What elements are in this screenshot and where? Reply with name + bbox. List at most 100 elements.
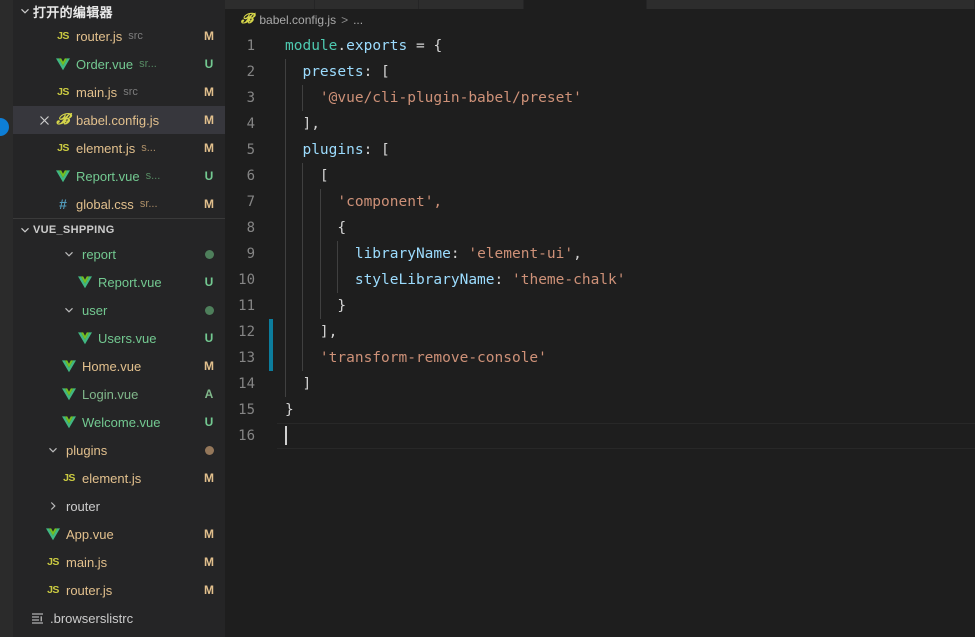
- line-number: 5: [246, 142, 255, 158]
- code-editor[interactable]: 1 module.exports = {2 presets: [3 '@vue/c…: [225, 31, 975, 449]
- tab-partial-3[interactable]: [419, 0, 524, 9]
- explorer-sidebar[interactable]: 打开的编辑器 JS router.js src M Order.vue sr... U JS m…: [13, 0, 225, 637]
- code-text: styleLibraryName: 'theme-chalk': [277, 267, 626, 293]
- vue-file-icon: [59, 387, 79, 401]
- tree-file-row[interactable]: .browserslistrc: [13, 604, 225, 632]
- open-editors-header[interactable]: 打开的编辑器: [13, 0, 225, 22]
- code-line[interactable]: 3 '@vue/cli-plugin-babel/preset': [225, 85, 975, 111]
- line-number: 8: [246, 220, 255, 236]
- git-status-badge: M: [203, 85, 214, 99]
- tree-file-row[interactable]: Report.vue U: [13, 268, 225, 296]
- code-text: }: [277, 397, 294, 423]
- workspace-name: VUE_SHPPING: [33, 223, 115, 236]
- code-line[interactable]: 16: [225, 423, 975, 449]
- code-line[interactable]: 9 libraryName: 'element-ui',: [225, 241, 975, 267]
- chevron-down-icon: [59, 304, 79, 316]
- close-icon[interactable]: [35, 115, 53, 126]
- code-token: ,: [573, 246, 582, 262]
- file-name: router.js: [66, 582, 113, 598]
- breadcrumb[interactable]: 𝓑 babel.config.js > ...: [225, 9, 975, 31]
- git-status-badge: M: [203, 141, 214, 155]
- code-line[interactable]: 4 ],: [225, 111, 975, 137]
- tree-file-row[interactable]: JS router.js M: [13, 576, 225, 604]
- code-text: 'component',: [277, 189, 442, 215]
- tree-file-row[interactable]: JS main.js M: [13, 548, 225, 576]
- tab-partial-4[interactable]: [647, 0, 975, 9]
- code-line[interactable]: 8 {: [225, 215, 975, 241]
- line-number: 13: [225, 345, 277, 371]
- code-line[interactable]: 7 'component',: [225, 189, 975, 215]
- code-token: ],: [319, 324, 338, 340]
- code-text: [277, 423, 287, 449]
- code-line[interactable]: 11 }: [225, 293, 975, 319]
- code-token: =: [407, 38, 434, 54]
- tree-file-row[interactable]: App.vue M: [13, 520, 225, 548]
- git-status-badge: A: [204, 387, 214, 401]
- code-line[interactable]: 6 [: [225, 163, 975, 189]
- vue-file-icon: [53, 57, 73, 71]
- code-text: ]: [277, 371, 311, 397]
- file-name: App.vue: [66, 526, 114, 542]
- tree-folder-row[interactable]: user: [13, 296, 225, 324]
- js-file-icon: JS: [57, 86, 69, 98]
- tree-file-row[interactable]: Welcome.vue U: [13, 408, 225, 436]
- open-editor-item[interactable]: JS element.js s... M: [13, 134, 225, 162]
- current-line-highlight: [277, 423, 975, 449]
- tab-partial-2[interactable]: [315, 0, 419, 9]
- babel-file-icon: 𝓑: [241, 12, 254, 27]
- breadcrumb-trail[interactable]: ...: [353, 13, 363, 27]
- file-name: babel.config.js: [76, 112, 160, 128]
- file-name: main.js: [66, 554, 108, 570]
- tree-folder-row[interactable]: router: [13, 492, 225, 520]
- line-number: 4: [246, 116, 255, 132]
- code-line[interactable]: 14 ]: [225, 371, 975, 397]
- open-editors-list[interactable]: JS router.js src M Order.vue sr... U JS main.js s…: [13, 22, 225, 218]
- tree-file-row[interactable]: Login.vue A: [13, 380, 225, 408]
- code-line[interactable]: 15}: [225, 397, 975, 423]
- open-editor-item[interactable]: # global.css sr... M: [13, 190, 225, 218]
- tab-bar[interactable]: [225, 0, 975, 9]
- open-editor-item[interactable]: Order.vue sr... U: [13, 50, 225, 78]
- file-path-hint: sr...: [139, 58, 157, 70]
- code-token: presets: [302, 64, 364, 80]
- line-number: 1: [246, 38, 255, 54]
- explorer-file-tree[interactable]: report Report.vue Uuser Users.vue U Home.vue M…: [13, 240, 225, 632]
- code-text: }: [277, 293, 346, 319]
- css-file-icon: #: [59, 196, 67, 212]
- tree-folder-row[interactable]: plugins: [13, 436, 225, 464]
- code-line[interactable]: 10 styleLibraryName: 'theme-chalk': [225, 267, 975, 293]
- open-editor-item[interactable]: JS main.js src M: [13, 78, 225, 106]
- git-status-badge: M: [204, 555, 214, 569]
- tree-folder-row[interactable]: report: [13, 240, 225, 268]
- file-path-hint: sr...: [139, 198, 158, 210]
- chevron-down-icon[interactable]: [17, 222, 33, 238]
- code-token: :: [450, 246, 469, 262]
- explorer-section-header[interactable]: VUE_SHPPING: [13, 218, 225, 240]
- file-name: Order.vue: [76, 56, 134, 72]
- tab-active-babel-config[interactable]: [524, 0, 647, 9]
- vue-file-icon: [59, 359, 79, 373]
- line-number: 14: [238, 376, 255, 392]
- file-name: Welcome.vue: [82, 414, 161, 430]
- code-line[interactable]: 1 module.exports = {: [225, 33, 975, 59]
- code-text: plugins: [: [277, 137, 389, 163]
- code-line[interactable]: 2 presets: [: [225, 59, 975, 85]
- code-text: presets: [: [277, 59, 389, 85]
- chevron-down-icon[interactable]: [17, 3, 33, 19]
- tree-file-row[interactable]: Users.vue U: [13, 324, 225, 352]
- breadcrumb-file[interactable]: babel.config.js: [259, 13, 336, 27]
- tab-partial-1[interactable]: [225, 0, 315, 9]
- code-line[interactable]: 12 ],: [225, 319, 975, 345]
- chevron-right-icon: >: [341, 13, 349, 27]
- folder-change-dot: [205, 445, 214, 455]
- code-line[interactable]: 5 plugins: [: [225, 137, 975, 163]
- tree-file-row[interactable]: Home.vue M: [13, 352, 225, 380]
- code-line[interactable]: 13 'transform-remove-console': [225, 345, 975, 371]
- open-editor-item[interactable]: Report.vue s... U: [13, 162, 225, 190]
- open-editor-item[interactable]: JS router.js src M: [13, 22, 225, 50]
- tree-file-row[interactable]: JS element.js M: [13, 464, 225, 492]
- open-editor-item[interactable]: 𝓑babel.config.js M: [13, 106, 225, 134]
